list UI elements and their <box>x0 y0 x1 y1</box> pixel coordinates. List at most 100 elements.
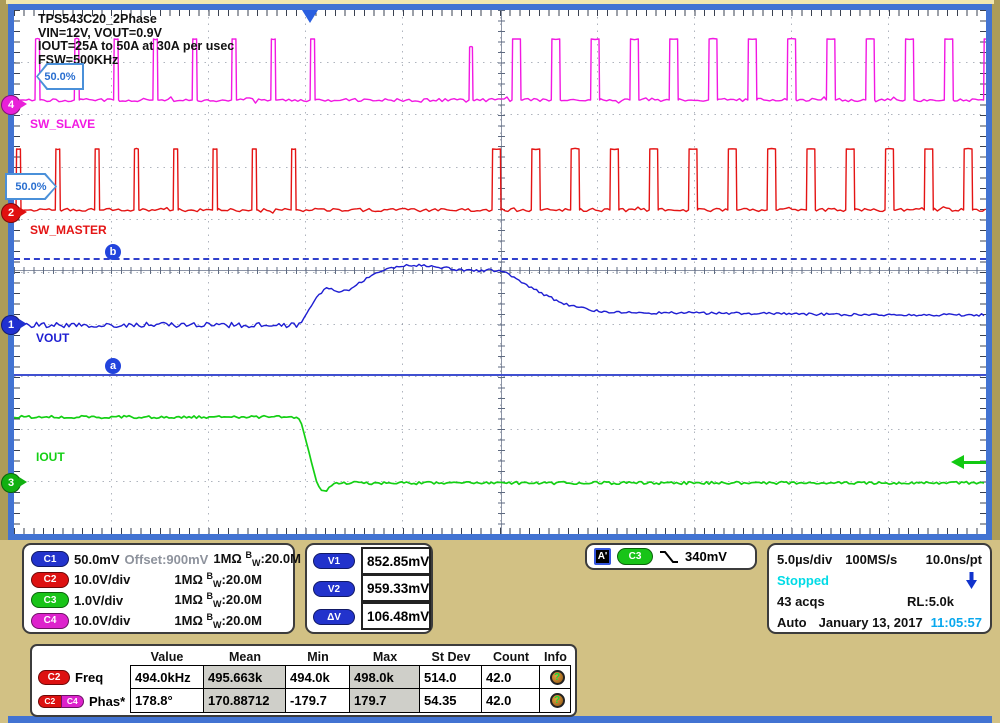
cursor-b-line[interactable] <box>14 258 986 260</box>
v1-value: 852.85mV <box>361 547 431 575</box>
delta-v-value: 106.48mV <box>361 602 431 630</box>
channel-1-offset: Offset:900mV <box>125 552 209 567</box>
phase-measure-name: Phas* <box>89 694 125 709</box>
channel-4-scale: 10.0V/div <box>74 613 136 628</box>
graticule[interactable]: TPS543C20_2Phase VIN=12V, VOUT=0.9V IOUT… <box>14 10 986 534</box>
trace-label-sw-master: SW_MASTER <box>30 223 107 237</box>
measurement-table-header: Value Mean Min Max St Dev Count Info <box>36 648 571 665</box>
v2-pill[interactable]: V2 <box>313 581 355 597</box>
phase-max: 179.7 <box>349 688 420 713</box>
down-arrow-icon <box>965 571 978 590</box>
freq-count: 42.0 <box>481 665 540 689</box>
falling-edge-icon <box>659 549 679 565</box>
info-icon[interactable]: ? <box>550 670 565 685</box>
annotation-line-1: TPS543C20_2Phase <box>38 13 234 27</box>
time-per-point: 10.0ns/pt <box>926 552 982 567</box>
freq-max: 498.0k <box>349 665 420 689</box>
trigger-a-badge[interactable]: A' <box>594 548 611 565</box>
channel-settings-panel[interactable]: C1 50.0mV Offset:900mV 1MΩ BW:20.0M C2 1… <box>22 543 295 634</box>
cursor-a-line[interactable] <box>14 374 986 376</box>
timebase-panel[interactable]: 5.0µs/div 100MS/s 10.0ns/pt Stopped 43 a… <box>767 543 992 634</box>
cursor-v1-row: V1 852.85mV <box>313 547 431 575</box>
trace-label-sw-slave: SW_SLAVE <box>30 117 95 131</box>
phase-mean: 170.88712 <box>203 688 286 713</box>
channel-3-impedance-bandwidth: 1MΩ BW:20.0M <box>174 591 262 609</box>
trigger-level-indicator-line <box>962 461 986 464</box>
freq-source-pill[interactable]: C2 <box>38 670 70 685</box>
channel-4-settings-row[interactable]: C4 10.0V/div 1MΩ BW:20.0M <box>31 611 286 632</box>
channel-2-marker-arrow-icon <box>19 207 27 217</box>
waveform-traces <box>14 10 986 534</box>
freq-min: 494.0k <box>285 665 350 689</box>
channel-2-impedance-bandwidth: 1MΩ BW:20.0M <box>174 571 262 589</box>
col-header-stdev: St Dev <box>420 648 482 665</box>
v1-pill[interactable]: V1 <box>313 553 355 569</box>
channel-2-scale: 10.0V/div <box>74 572 136 587</box>
trigger-mode: Auto <box>777 615 807 630</box>
delta-v-pill[interactable]: ΔV <box>313 609 355 625</box>
channel-2-pill[interactable]: C2 <box>31 572 69 588</box>
timebase-row: 5.0µs/div 100MS/s 10.0ns/pt <box>777 549 982 570</box>
col-header-value: Value <box>130 648 204 665</box>
oscilloscope-screen: { "annotation": { "line1": "TPS543C20_2P… <box>0 0 1000 723</box>
waveform-display-frame: TPS543C20_2Phase VIN=12V, VOUT=0.9V IOUT… <box>8 4 992 540</box>
channel-1-scale: 50.0mV <box>74 552 120 567</box>
channel-4-marker-arrow-icon <box>19 99 27 109</box>
v2-value: 959.33mV <box>361 574 431 602</box>
channel-2-settings-row[interactable]: C2 10.0V/div 1MΩ BW:20.0M <box>31 570 286 591</box>
measurement-table-panel[interactable]: Value Mean Min Max St Dev Count Info C2 … <box>30 644 577 717</box>
col-header-mean: Mean <box>204 648 286 665</box>
channel-3-marker[interactable]: 3 <box>1 473 21 493</box>
trigger-source-pill[interactable]: C3 <box>617 548 653 565</box>
channel-1-impedance-bandwidth: 1MΩ BW:20.0M <box>213 550 301 568</box>
c2-level-tag-text: 50.0% <box>7 175 55 198</box>
sample-rate: 100MS/s <box>845 552 897 567</box>
col-header-info: Info <box>540 648 571 665</box>
time-per-div: 5.0µs/div <box>777 552 832 567</box>
acquisition-state: Stopped <box>777 573 829 588</box>
channel-3-marker-arrow-icon <box>19 477 27 487</box>
trigger-position-marker[interactable] <box>302 10 318 23</box>
cursor-b-badge[interactable]: b <box>105 244 121 260</box>
date-text: January 13, 2017 <box>819 615 923 630</box>
channel-2-marker[interactable]: 2 <box>1 203 21 223</box>
time-text: 11:05:57 <box>931 615 982 630</box>
acquisitions-count: 43 acqs <box>777 594 825 609</box>
freq-info-cell: ? <box>539 665 571 689</box>
phase-source-pill[interactable]: C2C4 <box>38 695 84 708</box>
header-spacer <box>36 648 130 665</box>
freq-value: 494.0kHz <box>130 665 204 689</box>
trace-c2 <box>14 148 986 213</box>
channel-3-scale: 1.0V/div <box>74 593 136 608</box>
c4-level-tag-text: 50.0% <box>38 65 82 88</box>
col-header-min: Min <box>286 648 350 665</box>
col-header-count: Count <box>482 648 540 665</box>
measurement-row-freq: C2 Freq 494.0kHz 495.663k 494.0k 498.0k … <box>36 665 571 689</box>
acquisition-count-row: 43 acqs RL:5.0k <box>777 591 982 612</box>
channel-3-pill[interactable]: C3 <box>31 592 69 608</box>
freq-row-label: C2 Freq <box>36 665 130 689</box>
channel-4-marker[interactable]: 4 <box>1 95 21 115</box>
trace-label-vout: VOUT <box>36 331 69 345</box>
trigger-panel[interactable]: A' C3 340mV <box>585 543 757 570</box>
cursor-a-badge[interactable]: a <box>105 358 121 374</box>
trigger-level-value: 340mV <box>685 549 727 564</box>
freq-mean: 495.663k <box>203 665 286 689</box>
cursor-readout-panel[interactable]: V1 852.85mV V2 959.33mV ΔV 106.48mV <box>305 543 433 634</box>
annotation-line-2: VIN=12V, VOUT=0.9V <box>38 27 234 41</box>
trigger-level-arrow-icon[interactable] <box>951 455 964 469</box>
channel-3-settings-row[interactable]: C3 1.0V/div 1MΩ BW:20.0M <box>31 590 286 611</box>
channel-4-pill[interactable]: C4 <box>31 613 69 629</box>
freq-measure-name: Freq <box>75 670 103 685</box>
channel-1-marker[interactable]: 1 <box>1 315 21 335</box>
channel-1-pill[interactable]: C1 <box>31 551 69 567</box>
cursor-dv-row: ΔV 106.48mV <box>313 603 431 631</box>
info-icon[interactable]: ? <box>550 693 565 708</box>
acquisition-state-row: Stopped <box>777 570 982 591</box>
col-header-max: Max <box>350 648 420 665</box>
channel-1-marker-arrow-icon <box>19 319 27 329</box>
record-length: RL:5.0k <box>907 594 954 609</box>
trace-c3 <box>14 416 984 492</box>
phase-min: -179.7 <box>285 688 350 713</box>
channel-1-settings-row[interactable]: C1 50.0mV Offset:900mV 1MΩ BW:20.0M <box>31 549 286 570</box>
